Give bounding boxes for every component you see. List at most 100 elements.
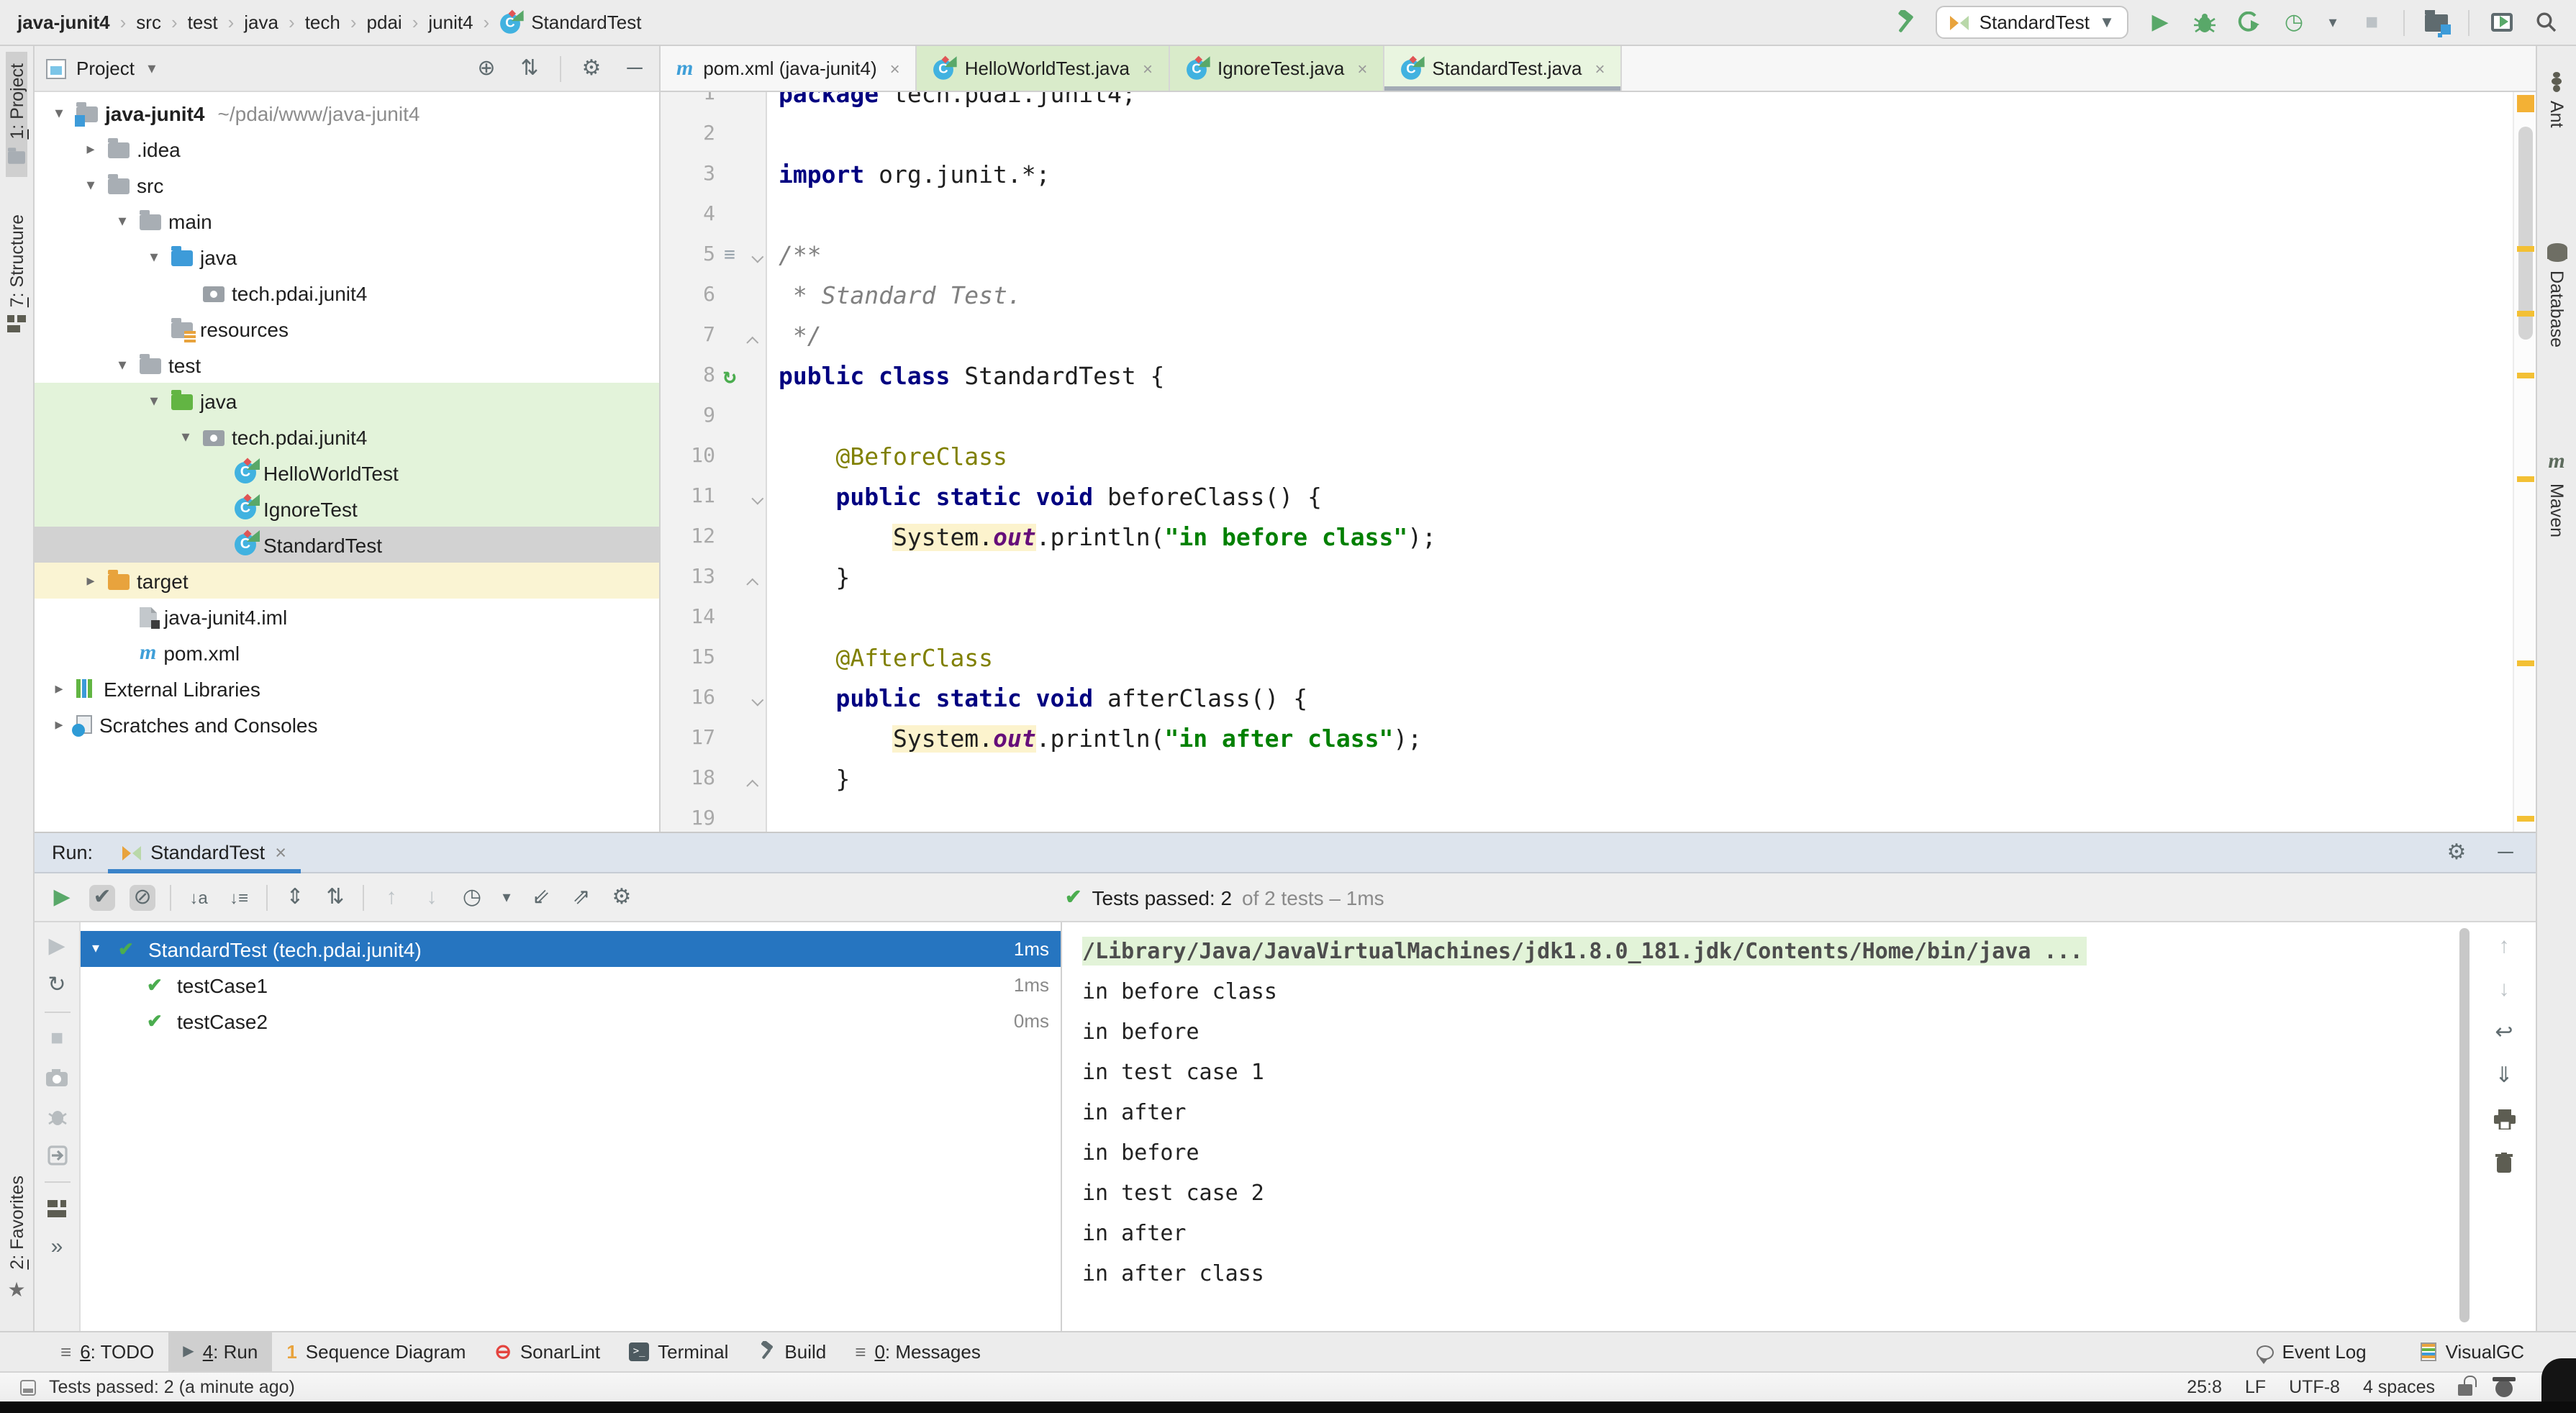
tree-row[interactable]: ▾test xyxy=(35,347,659,383)
exit-snapshot-icon[interactable] xyxy=(44,1142,70,1168)
fold-marker-icon[interactable] xyxy=(746,578,758,590)
build-hammer-icon[interactable] xyxy=(1892,9,1918,35)
tree-row[interactable]: ▾tech.pdai.junit4 xyxy=(35,419,659,455)
run-tab[interactable]: StandardTest × xyxy=(107,832,301,873)
test-tree-row[interactable]: ▾✔StandardTest (tech.pdai.junit4)1ms xyxy=(81,931,1061,967)
editor-tab[interactable]: CStandardTest.java× xyxy=(1384,46,1622,91)
breadcrumb-item[interactable]: java xyxy=(244,12,278,33)
tool-window-button[interactable]: ⊖SonarLint xyxy=(480,1332,614,1372)
tree-expand-arrow[interactable]: ▾ xyxy=(49,104,69,122)
editor-tab[interactable]: mpom.xml (java-junit4)× xyxy=(661,46,917,91)
tree-expand-arrow[interactable]: ▾ xyxy=(176,427,196,446)
line-separator[interactable]: LF xyxy=(2245,1377,2266,1397)
tree-expand-arrow[interactable]: ▾ xyxy=(81,176,101,194)
profiler-button[interactable]: ◷ xyxy=(2281,9,2307,35)
history-chevron-icon[interactable]: ▾ xyxy=(499,884,514,910)
test-console-output[interactable]: /Library/Java/JavaVirtualMachines/jdk1.8… xyxy=(1062,922,2472,1331)
debug-button[interactable] xyxy=(2192,9,2218,35)
sort-alphabetically-button[interactable]: ↓a xyxy=(186,884,212,910)
tree-row[interactable]: ▸External Libraries xyxy=(35,671,659,706)
scroll-to-end-button[interactable]: ⇓ xyxy=(2491,1063,2517,1089)
tree-row[interactable]: java-junit4.iml xyxy=(35,599,659,635)
tool-window-button[interactable]: ≡0: Messages xyxy=(840,1332,995,1372)
sidebar-item-project[interactable]: 1: Project xyxy=(6,52,27,177)
tool-window-button[interactable]: ≡6: TODO xyxy=(46,1332,168,1372)
warning-stripe-mark[interactable] xyxy=(2517,660,2534,666)
caret-position[interactable]: 25:8 xyxy=(2187,1377,2222,1397)
breadcrumb-item[interactable]: StandardTest xyxy=(531,12,641,33)
run-anything-button[interactable] xyxy=(2488,9,2514,35)
coverage-button[interactable] xyxy=(2236,9,2262,35)
breadcrumb-item[interactable]: tech xyxy=(305,12,340,33)
tree-expand-arrow[interactable]: ▸ xyxy=(81,571,101,590)
run-configuration-select[interactable]: StandardTest ▼ xyxy=(1936,6,2128,39)
settings-gear-icon[interactable]: ⚙ xyxy=(579,55,604,81)
tool-window-button[interactable]: 1Sequence Diagram xyxy=(272,1332,480,1372)
tree-row[interactable]: ▾main xyxy=(35,203,659,239)
fold-marker-icon[interactable] xyxy=(751,492,763,504)
tree-expand-arrow[interactable]: ▾ xyxy=(112,355,132,374)
fold-marker-icon[interactable] xyxy=(751,694,763,706)
event-log-button[interactable]: Event Log xyxy=(2242,1332,2381,1372)
code-line[interactable]: 9 xyxy=(661,396,2536,436)
locate-file-button[interactable]: ⊕ xyxy=(473,55,499,81)
clear-console-trash-icon[interactable] xyxy=(2491,1150,2517,1176)
tree-row[interactable]: resources xyxy=(35,311,659,347)
breadcrumb-item[interactable]: junit4 xyxy=(428,12,473,33)
soft-wrap-button[interactable]: ↩ xyxy=(2491,1020,2517,1046)
import-test-results-button[interactable]: ⇙ xyxy=(528,884,554,910)
settings-gear-icon[interactable]: ⚙ xyxy=(2444,840,2470,865)
warning-stripe-mark[interactable] xyxy=(2517,246,2534,252)
sidebar-item-favorites[interactable]: 2: Favorites ★ xyxy=(6,1163,27,1314)
project-view-chevron-icon[interactable]: ▾ xyxy=(145,55,159,81)
visualgc-button[interactable]: VisualGC xyxy=(2407,1332,2539,1372)
tree-expand-arrow[interactable]: ▾ xyxy=(112,212,132,230)
code-line[interactable]: 18 } xyxy=(661,758,2536,799)
fold-marker-icon[interactable] xyxy=(751,250,763,263)
rerun-tests-button[interactable]: ↻ xyxy=(44,973,70,999)
tree-row[interactable]: ▾java xyxy=(35,383,659,419)
tree-row[interactable]: mpom.xml xyxy=(35,635,659,671)
test-tree-row[interactable]: ✔testCase20ms xyxy=(81,1003,1061,1039)
code-line[interactable]: 10 @BeforeClass xyxy=(661,436,2536,476)
code-line[interactable]: 11 public static void beforeClass() { xyxy=(661,476,2536,517)
editor-scrollbar[interactable] xyxy=(2513,92,2536,832)
code-line[interactable]: 15 @AfterClass xyxy=(661,637,2536,678)
tree-row[interactable]: CIgnoreTest xyxy=(35,491,659,527)
javadoc-gutter-icon[interactable]: ≡ xyxy=(724,244,735,265)
tree-expand-arrow[interactable]: ▾ xyxy=(144,391,164,410)
tree-row[interactable]: ▸.idea xyxy=(35,131,659,167)
expand-all-button[interactable]: ⇕ xyxy=(282,884,308,910)
close-icon[interactable]: × xyxy=(890,58,900,78)
tree-row[interactable]: ▾java xyxy=(35,239,659,275)
close-icon[interactable]: × xyxy=(275,842,286,863)
show-ignored-toggle[interactable]: ⊘ xyxy=(130,884,155,910)
editor-tab[interactable]: CHelloWorldTest.java× xyxy=(917,46,1170,91)
sort-by-duration-button[interactable]: ↓≡ xyxy=(226,884,252,910)
code-editor[interactable]: 1package tech.pdai.junit4;23import org.j… xyxy=(661,92,2536,832)
warning-stripe-mark[interactable] xyxy=(2517,311,2534,317)
lock-icon[interactable] xyxy=(2458,1384,2472,1396)
code-line[interactable]: 12 System.out.println("in before class")… xyxy=(661,517,2536,557)
breadcrumb-item[interactable]: test xyxy=(188,12,218,33)
code-line[interactable]: 6 * Standard Test. xyxy=(661,275,2536,315)
inspector-hector-icon[interactable] xyxy=(2495,1380,2513,1397)
code-line[interactable]: 16 public static void afterClass() { xyxy=(661,678,2536,718)
warning-stripe-mark[interactable] xyxy=(2517,476,2534,482)
project-structure-button[interactable] xyxy=(2423,9,2449,35)
tree-expand-arrow[interactable]: ▾ xyxy=(144,247,164,266)
tree-row[interactable]: ▸Scratches and Consoles xyxy=(35,706,659,742)
close-icon[interactable]: × xyxy=(1143,58,1153,78)
close-icon[interactable]: × xyxy=(1595,58,1605,78)
tree-row[interactable]: CHelloWorldTest xyxy=(35,455,659,491)
sidebar-item-database[interactable]: Database xyxy=(2546,232,2567,359)
tree-row[interactable]: tech.pdai.junit4 xyxy=(35,275,659,311)
console-scrollbar-thumb[interactable] xyxy=(2459,928,2470,1322)
tree-expand-arrow[interactable]: ▾ xyxy=(92,941,109,957)
close-icon[interactable]: × xyxy=(1357,58,1367,78)
editor-scrollbar-thumb[interactable] xyxy=(2518,127,2533,340)
sidebar-item-structure[interactable]: 7: Structure xyxy=(6,203,27,345)
more-options-icon[interactable]: » xyxy=(44,1235,70,1260)
collapse-all-button[interactable]: ⇅ xyxy=(517,55,543,81)
thread-dump-icon[interactable] xyxy=(44,1104,70,1130)
